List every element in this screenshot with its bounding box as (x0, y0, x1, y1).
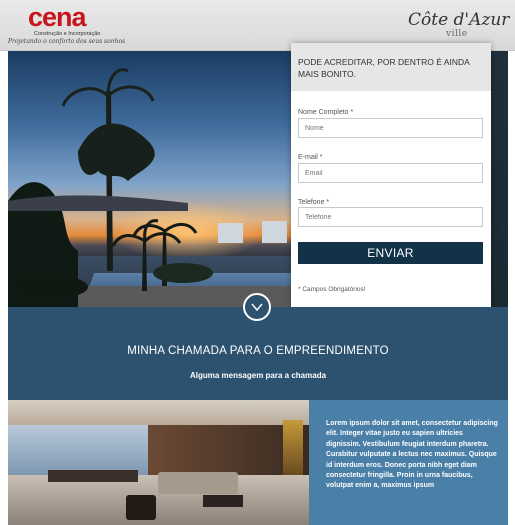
email-label: E-mail * (298, 154, 323, 161)
cote-dazur-logo-suffix: ville (446, 29, 468, 39)
interior-photo (8, 400, 309, 525)
section-subtitle: Alguma mensagem para a chamada (189, 371, 327, 380)
phone-label: Telefone * (298, 199, 330, 206)
email-input[interactable] (298, 163, 483, 183)
phone-input[interactable] (298, 207, 483, 227)
form-header: PODE ACREDITAR, POR DENTRO É AINDA MAIS … (291, 43, 491, 91)
name-label: Nome Completo * (298, 109, 354, 116)
cena-logo-name: cena (28, 2, 87, 32)
cote-dazur-logo[interactable]: Côte d'Azur ville (404, 6, 512, 46)
form-headline: PODE ACREDITAR, POR DENTRO É AINDA MAIS … (298, 57, 470, 79)
description-box: Lorem ipsum dolor sit amet, consectetur … (309, 400, 508, 525)
send-button[interactable]: ENVIAR (298, 242, 483, 264)
chevron-down-icon (251, 303, 263, 312)
name-input[interactable] (298, 118, 483, 138)
cote-dazur-logo-name: Côte d'Azur (408, 10, 510, 30)
required-fields-note: * Campos Obrigatórios! (298, 286, 366, 293)
description-text: Lorem ipsum dolor sit amet, consectetur … (326, 420, 498, 490)
contact-form: PODE ACREDITAR, POR DENTRO É AINDA MAIS … (291, 43, 491, 315)
section-title: MINHA CHAMADA PARA O EMPREENDIMENTO (127, 345, 389, 357)
cena-logo[interactable]: cena Construção e Incorporação Projetand… (8, 2, 128, 46)
cena-logo-tagline: Projetando o conforto dos seus sonhos (8, 38, 126, 45)
scroll-down-button[interactable] (243, 293, 271, 321)
cena-logo-subtitle: Construção e Incorporação (34, 31, 101, 37)
